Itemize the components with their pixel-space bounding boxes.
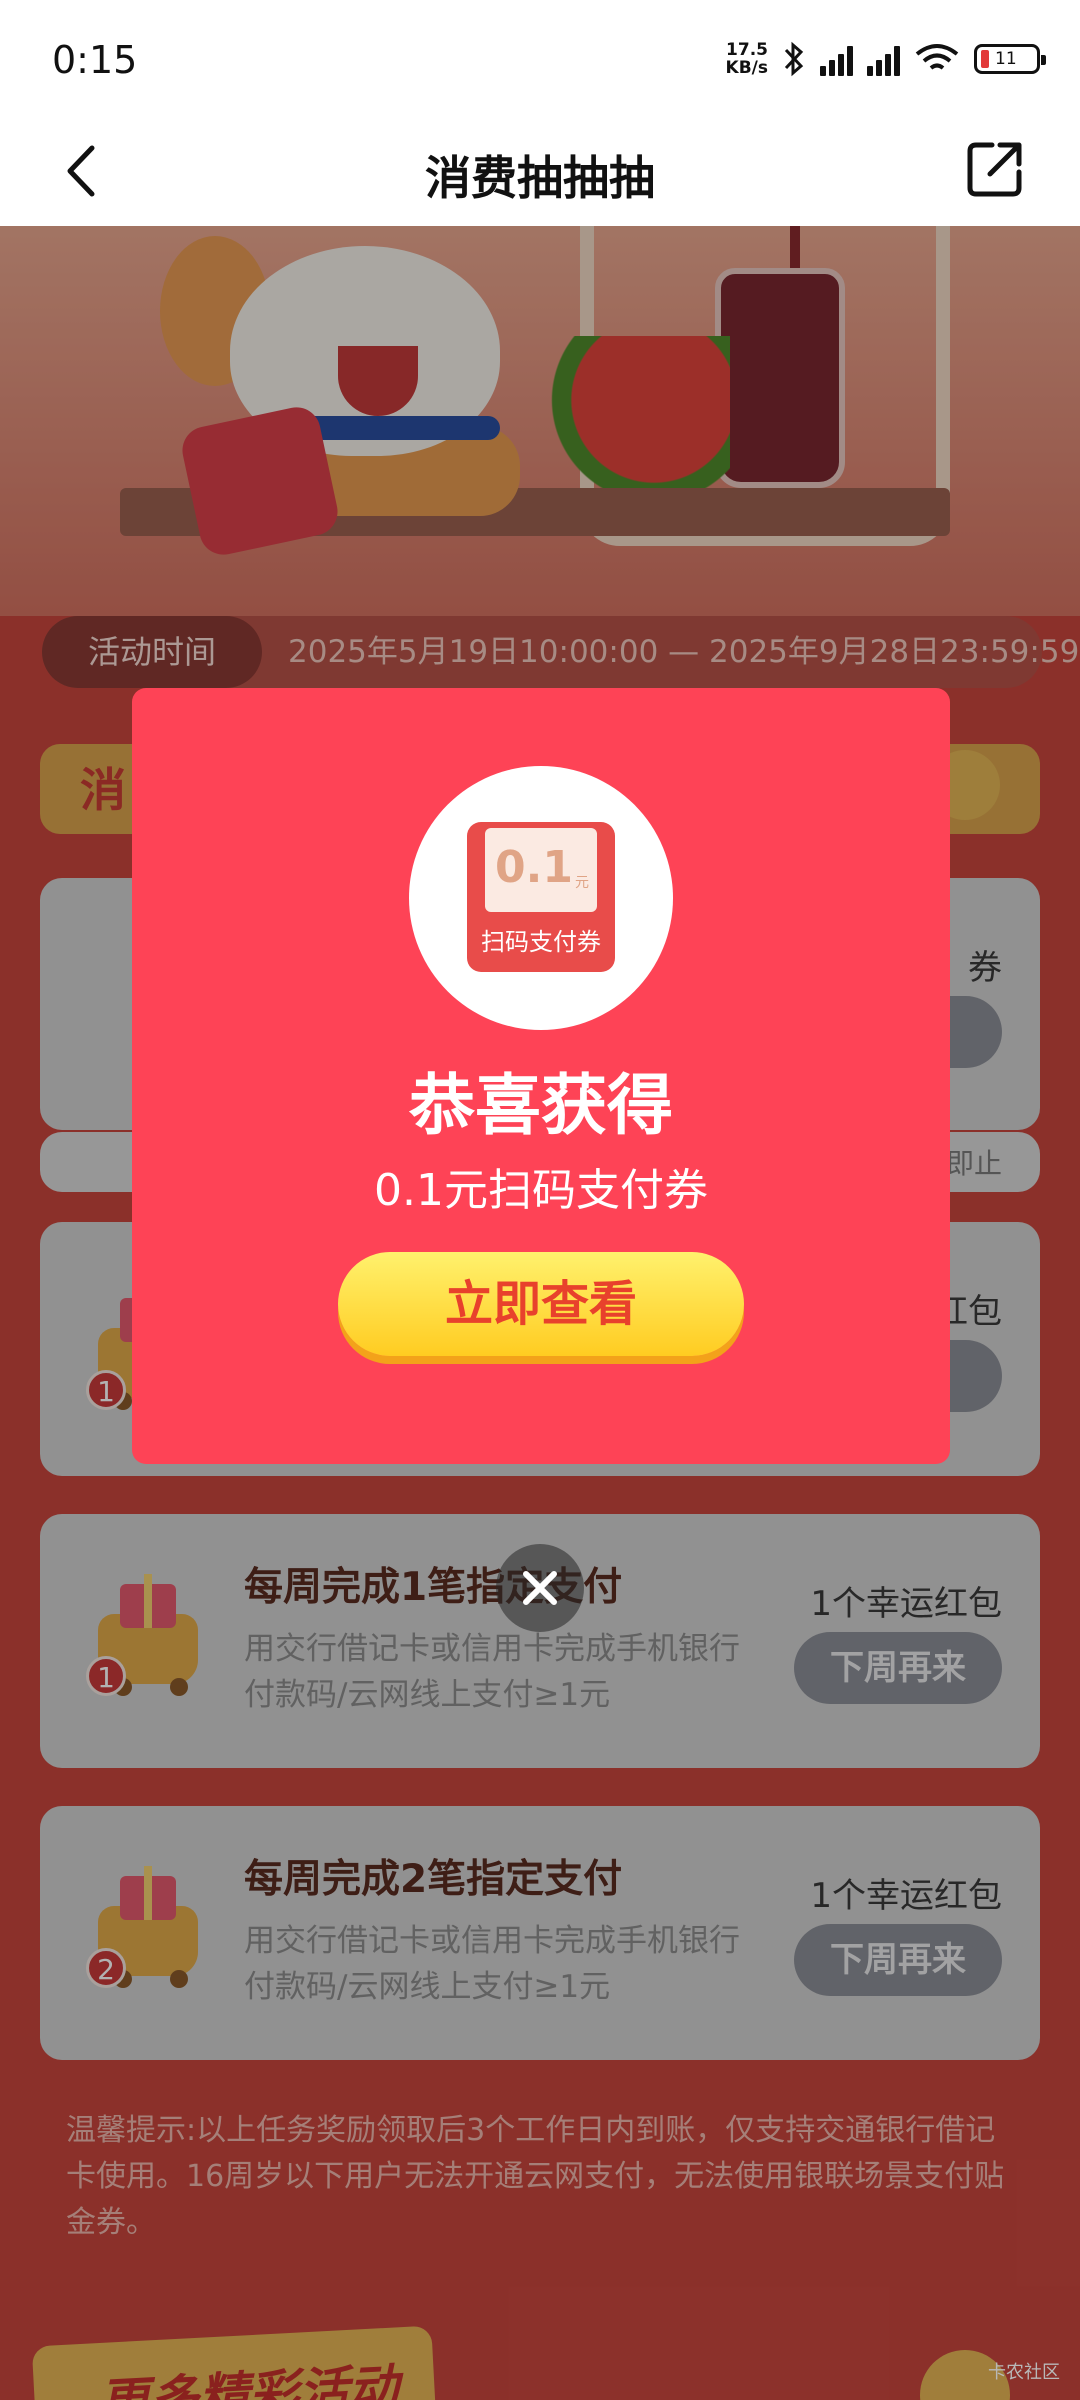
- bluetooth-icon: [784, 41, 804, 77]
- coupon-value: 0.1: [495, 842, 573, 893]
- coupon-label: 扫码支付券: [481, 928, 601, 956]
- close-button[interactable]: [496, 1544, 584, 1632]
- signal-icon: [820, 42, 853, 76]
- signal-icon-2: [867, 42, 900, 76]
- network-speed-unit: KB/s: [725, 58, 768, 78]
- wifi-icon: [915, 44, 959, 70]
- network-speed-value: 17.5: [726, 40, 768, 60]
- page-title: 消费抽抽抽: [425, 151, 655, 205]
- share-icon[interactable]: [962, 136, 1028, 202]
- battery-level: 11: [995, 49, 1017, 69]
- coupon-unit: 元: [575, 875, 589, 891]
- view-now-button[interactable]: 立即查看: [338, 1252, 744, 1356]
- close-icon: [523, 1571, 557, 1605]
- coupon-icon: 0.1 元 扫码支付券: [467, 822, 615, 972]
- network-speed: 17.5 KB/s: [726, 41, 768, 77]
- prize-modal: 0.1 元 扫码支付券 恭喜获得 0.1元扫码支付券 立即查看: [132, 688, 950, 1464]
- watermark: 卡农社区: [988, 2362, 1060, 2383]
- modal-title: 恭喜获得: [409, 1067, 673, 1144]
- battery-icon: 11: [974, 44, 1046, 74]
- prize-image: 0.1 元 扫码支付券: [409, 766, 673, 1030]
- status-icons: 17.5 KB/s 11: [726, 40, 1046, 78]
- nav-bar: 消费抽抽抽: [0, 120, 1080, 226]
- status-time: 0:15: [52, 38, 138, 82]
- modal-subtitle: 0.1元扫码支付券: [374, 1165, 708, 1216]
- status-bar: 0:15 17.5 KB/s 11: [0, 0, 1080, 120]
